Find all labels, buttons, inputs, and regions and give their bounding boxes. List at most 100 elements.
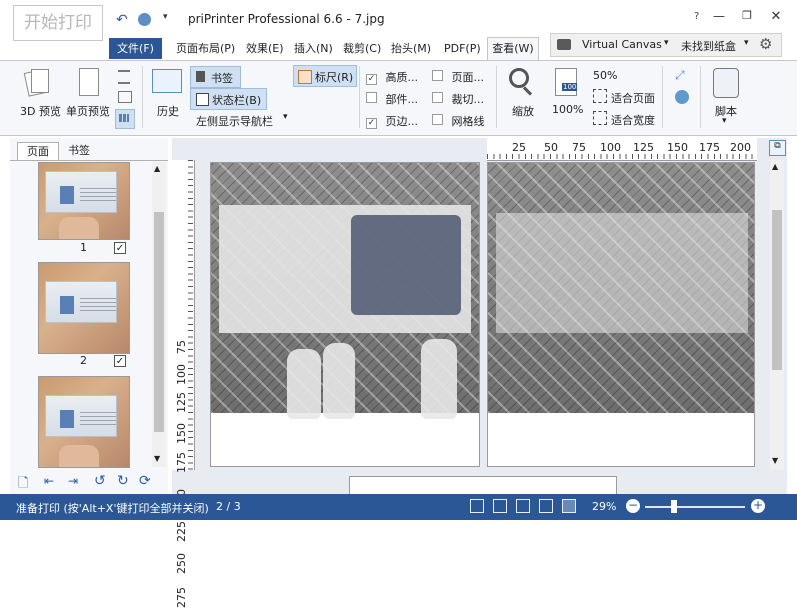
tab-insert[interactable]: 插入(N) xyxy=(294,38,333,59)
ruler-tick: 100 xyxy=(600,141,621,154)
move-up-icon[interactable]: ⇤ xyxy=(44,474,54,488)
script-dropdown-icon[interactable]: ▾ xyxy=(722,116,727,126)
maximize-button[interactable]: ❐ xyxy=(734,9,760,22)
printer-dropdown-icon[interactable]: ▾ xyxy=(664,38,669,48)
preview-page-1[interactable] xyxy=(210,162,480,467)
ruler-corner-icon[interactable]: ⧉ xyxy=(769,140,786,156)
scroll-up-icon[interactable]: ▲ xyxy=(772,162,778,171)
checkbox[interactable] xyxy=(432,114,443,125)
tab-crop[interactable]: 裁剪(C) xyxy=(343,38,381,59)
zoom-slider[interactable] xyxy=(645,506,745,508)
ruler-tick: 200 xyxy=(730,141,751,154)
ruler-tick: 125 xyxy=(175,392,188,413)
tab-header[interactable]: 抬头(M) xyxy=(391,38,431,59)
zoom-100-icon: 100 xyxy=(555,68,578,96)
ruler-tick: 150 xyxy=(175,423,188,444)
scroll-thumb[interactable] xyxy=(772,210,782,370)
paper-dropdown-icon[interactable]: ▾ xyxy=(744,38,749,48)
page-number: 2 xyxy=(80,354,87,367)
refresh-icon[interactable]: ⟳ xyxy=(139,473,151,489)
check-crop-marks[interactable]: 裁切... xyxy=(432,91,484,107)
thumbnail-view-icon[interactable] xyxy=(115,109,135,129)
check-margins[interactable]: ✓ 页边... xyxy=(366,113,418,129)
tab-effects[interactable]: 效果(E) xyxy=(246,38,284,59)
bookmark-toggle[interactable]: 书签 xyxy=(190,66,241,88)
check-label: 页面... xyxy=(451,71,485,84)
view-single-icon[interactable] xyxy=(470,499,484,513)
page-thumbnail-1[interactable] xyxy=(38,162,130,240)
fullscreen-icon[interactable]: ⤢ xyxy=(675,68,685,83)
view-thumbnails-icon[interactable] xyxy=(562,499,576,513)
check-page[interactable]: 页面... xyxy=(432,69,484,85)
scroll-up-icon[interactable]: ▲ xyxy=(154,164,160,173)
3d-preview-button[interactable]: 3D 预览 xyxy=(20,103,61,119)
page-thumbnail-2[interactable] xyxy=(38,262,130,354)
check-gridlines[interactable]: 网格线 xyxy=(432,113,485,129)
checkbox[interactable] xyxy=(366,92,377,103)
statusbar-toggle[interactable]: 状态栏(B) xyxy=(190,88,267,110)
thumbnail-scrollbar[interactable]: ▲ ▼ xyxy=(152,162,166,467)
statusbar-label: 状态栏(B) xyxy=(212,94,262,107)
rotate-left-icon[interactable]: ↺ xyxy=(94,473,106,489)
history-button[interactable]: 历史 xyxy=(157,103,179,119)
nav-left-option[interactable]: 左侧显示导航栏 xyxy=(196,113,273,129)
check-high-quality[interactable]: ✓ 高质... xyxy=(366,69,418,85)
status-message: 准备打印 (按'Alt+X'键打印全部并关闭) xyxy=(16,502,209,515)
zoom-out-button[interactable]: − xyxy=(626,499,640,513)
document-scrollbar[interactable]: ▲ ▼ xyxy=(770,160,784,470)
check-parts[interactable]: 部件... xyxy=(366,91,418,107)
view-scroll-icon[interactable] xyxy=(493,499,507,513)
globe-icon[interactable] xyxy=(138,13,151,26)
printer-selector[interactable]: Virtual Canvas ▾ 未找到纸盒 ▾ ⚙ xyxy=(550,33,782,57)
nav-dropdown-icon[interactable]: ▾ xyxy=(283,112,288,122)
view-two-page-icon[interactable] xyxy=(516,499,530,513)
statusbar-icon xyxy=(196,93,209,106)
preview-page-2[interactable] xyxy=(487,162,755,467)
page-checkbox[interactable]: ✓ xyxy=(114,242,126,254)
zoom-slider-thumb[interactable] xyxy=(671,500,677,513)
view-book-icon[interactable] xyxy=(539,499,553,513)
ruler-tick: 75 xyxy=(572,141,586,154)
close-button[interactable]: ✕ xyxy=(763,9,789,24)
quick-access-dropdown-icon[interactable]: ▾ xyxy=(163,12,168,22)
paper-tray[interactable]: 未找到纸盒 xyxy=(681,38,736,54)
rotate-right-icon[interactable]: ↻ xyxy=(117,473,129,489)
checkbox[interactable]: ✓ xyxy=(366,74,377,85)
move-down-icon[interactable]: ⇥ xyxy=(68,474,78,488)
single-preview-button[interactable]: 单页预览 xyxy=(66,103,110,119)
help-icon[interactable]: ? xyxy=(694,11,699,22)
checkbox[interactable] xyxy=(432,92,443,103)
checkbox[interactable] xyxy=(432,70,443,81)
gear-icon[interactable]: ⚙ xyxy=(759,35,772,53)
tab-page-layout[interactable]: 页面布局(P) xyxy=(176,38,235,59)
check-label: 高质... xyxy=(385,71,419,84)
zoom-100-button[interactable]: 100% xyxy=(552,103,583,116)
scroll-thumb[interactable] xyxy=(154,212,164,432)
zoom-50-button[interactable]: 50% xyxy=(593,69,617,82)
tab-file[interactable]: 文件(F) xyxy=(109,38,162,59)
tab-bookmarks[interactable]: 书签 xyxy=(59,142,99,160)
start-print-button[interactable]: 开始打印 xyxy=(13,5,103,41)
preview-page-3[interactable] xyxy=(349,476,617,496)
undo-icon[interactable]: ↶ xyxy=(116,12,128,28)
color-icon[interactable] xyxy=(675,90,689,104)
scroll-down-icon[interactable]: ▼ xyxy=(154,454,160,463)
minimize-button[interactable]: — xyxy=(706,9,732,23)
fit-page-button[interactable]: 适合页面 xyxy=(611,90,655,106)
tab-pdf[interactable]: PDF(P) xyxy=(444,38,481,59)
zoom-button[interactable]: 缩放 xyxy=(512,103,534,119)
fit-width-button[interactable]: 适合宽度 xyxy=(611,112,655,128)
two-page-view-icon[interactable] xyxy=(118,91,132,103)
ruler-tick: 175 xyxy=(699,141,720,154)
page-thumbnail-3[interactable] xyxy=(38,376,130,468)
scroll-down-icon[interactable]: ▼ xyxy=(772,456,778,465)
tab-view[interactable]: 查看(W) xyxy=(487,37,539,60)
ruler-tick: 125 xyxy=(633,141,654,154)
checkbox[interactable]: ✓ xyxy=(366,118,377,129)
ruler-toggle[interactable]: 标尺(R) xyxy=(293,65,357,87)
add-page-icon[interactable]: 🗋 xyxy=(18,474,28,496)
zoom-in-button[interactable]: + xyxy=(751,499,765,513)
page-checkbox[interactable]: ✓ xyxy=(114,355,126,367)
tab-pages[interactable]: 页面 xyxy=(17,142,59,161)
list-view-icon[interactable] xyxy=(118,70,130,84)
